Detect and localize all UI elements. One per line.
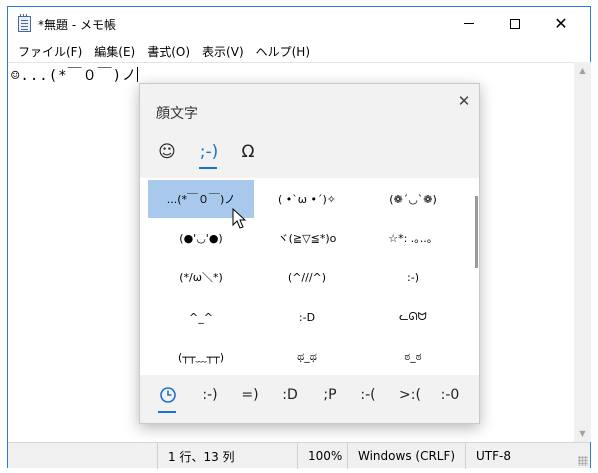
subtab-kaomoji-category[interactable]: :-): [196, 385, 224, 405]
panel-close-icon[interactable]: ✕: [454, 91, 474, 111]
tab-kaomoji[interactable]: ;-): [192, 139, 226, 165]
kaomoji-item[interactable]: ヾ(≧▽≦*)o: [254, 219, 360, 257]
subtab-kaomoji-category[interactable]: :-(: [354, 385, 382, 405]
resize-grip-icon[interactable]: [578, 456, 588, 466]
window-title: *無題 - メモ帳: [38, 18, 116, 32]
menu-format[interactable]: 書式(O): [141, 43, 196, 60]
active-tab-indicator: [199, 167, 217, 169]
title-bar: *無題 - メモ帳 ✕: [8, 7, 590, 40]
subtab-kaomoji-category[interactable]: ;P: [316, 385, 344, 405]
text-caret: [137, 67, 139, 82]
subtab-recent[interactable]: [154, 385, 182, 405]
tab-emoji[interactable]: ☺: [154, 139, 180, 165]
subtab-kaomoji-category[interactable]: :D: [276, 385, 304, 405]
kaomoji-item[interactable]: (┬┬﹏┬┬): [148, 338, 254, 376]
kaomoji-item[interactable]: :-D: [254, 298, 360, 336]
line-ending: Windows (CRLF): [347, 443, 465, 469]
kaomoji-item[interactable]: ಠ_ಠ: [360, 338, 466, 376]
cursor-position: 1 行、13 列: [157, 443, 297, 469]
kaomoji-subtab-strip: :-) =) :D ;P :-( >:( :-0: [140, 375, 479, 423]
panel-scrollbar[interactable]: [475, 196, 478, 268]
kaomoji-item[interactable]: ಥ_ಥ: [254, 338, 360, 376]
menu-bar: ファイル(F) 編集(E) 書式(O) 表示(V) ヘルプ(H): [8, 40, 590, 62]
vertical-scrollbar[interactable]: ▲ ▼: [574, 62, 591, 442]
zoom-level: 100%: [297, 443, 347, 469]
minimize-icon: [464, 23, 474, 24]
kaomoji-item[interactable]: ☆*: .｡..。: [360, 219, 466, 257]
minimize-button[interactable]: [446, 7, 492, 40]
panel-title: 顔文字: [156, 106, 198, 122]
kaomoji-item[interactable]: (❁´◡`❁): [360, 180, 466, 218]
close-icon: ✕: [554, 14, 568, 33]
scroll-down-arrow-icon[interactable]: ▼: [574, 425, 591, 442]
kaomoji-grid: ...(*￣０￣)ノ( •`ω •´)✧ (❁´◡`❁) (●'◡'●) ヾ(≧▽≦*…: [140, 178, 479, 375]
close-button[interactable]: ✕: [538, 7, 584, 40]
kaomoji-item[interactable]: ( •`ω •´)✧: [254, 180, 360, 218]
menu-view[interactable]: 表示(V): [196, 43, 250, 60]
kaomoji-item[interactable]: (^///^): [254, 258, 360, 296]
kaomoji-item[interactable]: :-): [360, 258, 466, 296]
subtab-kaomoji-category[interactable]: =): [236, 385, 264, 405]
tab-symbols[interactable]: Ω: [236, 139, 260, 165]
menu-file[interactable]: ファイル(F): [12, 43, 88, 60]
clock-icon: [160, 387, 176, 403]
status-bar: 1 行、13 列 100% Windows (CRLF) UTF-8: [8, 442, 590, 469]
kaomoji-item[interactable]: ^_^: [148, 298, 254, 336]
maximize-button[interactable]: [492, 7, 538, 40]
mouse-cursor-icon: [232, 208, 247, 229]
scroll-up-arrow-icon[interactable]: ▲: [574, 62, 591, 79]
menu-help[interactable]: ヘルプ(H): [250, 43, 316, 60]
emoji-panel: 顔文字 ✕ ☺ ;-) Ω ...(*￣０￣)ノ( •`ω •´)✧ (❁´◡`❁…: [139, 83, 480, 424]
notepad-icon: [18, 14, 31, 32]
subtab-kaomoji-category[interactable]: :-0: [436, 385, 464, 405]
active-subtab-indicator: [158, 411, 176, 413]
menu-edit[interactable]: 編集(E): [88, 43, 141, 60]
editor-content: ☺...(*￣０￣)ノ: [11, 68, 138, 84]
encoding: UTF-8: [465, 443, 565, 469]
kaomoji-item[interactable]: (*/ω＼*): [148, 258, 254, 296]
subtab-kaomoji-category[interactable]: >:(: [396, 385, 424, 405]
kaomoji-item[interactable]: ᓚᘏᗢ: [360, 298, 466, 336]
maximize-icon: [510, 18, 520, 29]
